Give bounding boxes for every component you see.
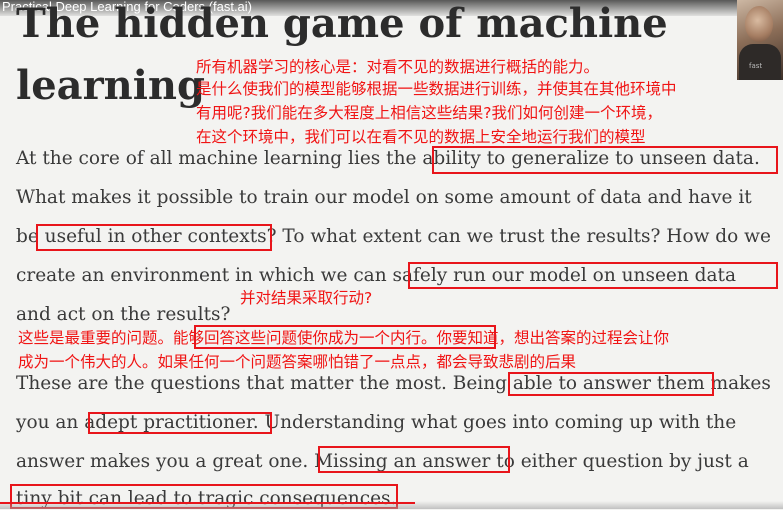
- highlight-box-adept: [88, 412, 272, 434]
- p2-line2-prefix: you an: [16, 412, 85, 433]
- p1-line1-prefix: At the core of all machine learning lies…: [16, 148, 423, 169]
- p1-line4-prefix: create an environment in which we can: [16, 265, 393, 286]
- p1-line5: and act on the results?: [16, 304, 231, 325]
- highlight-box-answer-them: [508, 372, 714, 396]
- highlight-box-generalize: [432, 146, 778, 174]
- presenter-head: [745, 6, 773, 42]
- slide-title-line-2: learning: [16, 62, 205, 109]
- annotation-note-1-line-3: 有用呢?我们能在多大程度上相信这些结果?我们如何创建一个环境，: [196, 104, 662, 122]
- paragraph-1-line-5: and act on the results?: [16, 304, 776, 326]
- highlight-box-useful: [36, 224, 272, 251]
- p2-line3-suffix: to either question by just a: [490, 451, 749, 472]
- webcam-overlay: fast: [737, 0, 783, 80]
- highlight-box-safely-run: [408, 262, 778, 289]
- note3-part-a: 这些是最重要的问题。: [18, 329, 174, 347]
- highlight-box-missing-answer: [318, 446, 510, 473]
- paragraph-1-line-2: What makes it possible to train our mode…: [16, 187, 776, 209]
- annotation-note-1-line-2: 是什么使我们的模型能够根据一些数据进行训练，并使其在其他环境中: [196, 80, 677, 98]
- annotation-note-1-line-4: 在这个环境中，我们可以在看不见的数据上安全地运行我们的模型: [196, 128, 646, 146]
- annotation-note-3-line-2: 成为一个伟大的人。如果任何一个问题答案哪怕错了一点点，都会导致悲剧的后果: [18, 353, 577, 371]
- highlight-box-note-3: [194, 325, 496, 349]
- slide-title-line-1: The hidden game of machine: [16, 0, 668, 47]
- p2-line2-suffix: Understanding what goes into coming up w…: [258, 412, 737, 433]
- p1-line2: What makes it possible to train our mode…: [16, 187, 752, 208]
- p1-line3-suffix: ? To what extent can we trust the result…: [266, 226, 771, 247]
- p2-line1-suffix: makes: [704, 373, 771, 394]
- p2-line3-prefix: answer makes you a great one.: [16, 451, 315, 472]
- video-progress-bar[interactable]: [0, 502, 415, 504]
- annotation-note-1-line-1: 所有机器学习的核心是：对看不见的数据进行概括的能力。: [196, 58, 600, 76]
- presenter-shirt-text: fast: [749, 62, 763, 70]
- p2-line1-prefix: These are the questions that matter the …: [16, 373, 513, 394]
